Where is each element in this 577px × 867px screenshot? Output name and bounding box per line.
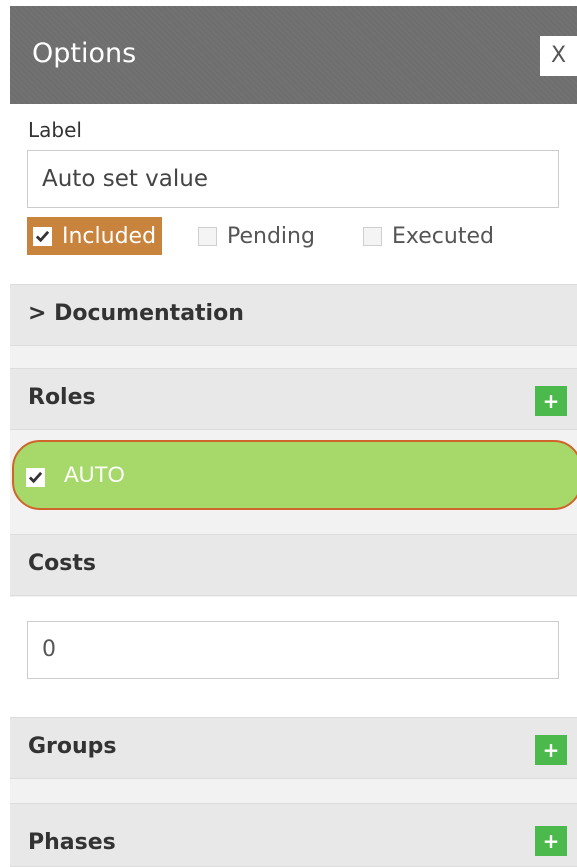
panel-header: Options X	[10, 0, 577, 104]
included-label: Included	[62, 223, 157, 249]
costs-title: Costs	[28, 551, 96, 576]
section-gap	[10, 346, 577, 368]
checkbox-checked-icon	[33, 226, 52, 246]
documentation-header[interactable]: > Documentation	[10, 284, 577, 346]
panel-title: Options	[32, 38, 137, 69]
label-field-label: Label	[28, 118, 82, 142]
section-gap	[10, 510, 577, 534]
role-item-auto[interactable]: AUTO	[10, 440, 577, 510]
included-checkbox[interactable]: Included	[27, 217, 163, 255]
pending-checkbox[interactable]: Pending	[198, 217, 315, 255]
add-group-button[interactable]: +	[535, 735, 567, 765]
checkbox-checked-icon[interactable]	[26, 468, 45, 487]
section-gap	[10, 779, 577, 803]
label-input[interactable]: Auto set value	[27, 150, 559, 208]
costs-section: 0	[10, 597, 577, 717]
section-gap	[10, 430, 577, 440]
label-section: Label Auto set value Included Pending Ex…	[10, 104, 577, 284]
phases-title: Phases	[28, 830, 116, 855]
checkbox-unchecked-icon	[198, 226, 217, 246]
role-label: AUTO	[64, 462, 125, 487]
checkbox-unchecked-icon	[363, 226, 382, 246]
groups-header: Groups +	[10, 717, 577, 779]
add-phase-button[interactable]: +	[535, 826, 567, 856]
close-button[interactable]: X	[540, 36, 577, 76]
options-panel: Options X Label Auto set value Included …	[0, 0, 577, 867]
pending-label: Pending	[227, 223, 315, 249]
groups-title: Groups	[28, 734, 117, 759]
roles-title: Roles	[28, 385, 96, 410]
costs-header: Costs	[10, 534, 577, 596]
executed-label: Executed	[392, 223, 494, 249]
roles-header: Roles +	[10, 368, 577, 430]
status-checkboxes: Included Pending Executed	[27, 217, 567, 257]
add-role-button[interactable]: +	[535, 386, 567, 416]
executed-checkbox[interactable]: Executed	[363, 217, 494, 255]
costs-input[interactable]: 0	[27, 621, 559, 679]
documentation-title: > Documentation	[28, 301, 244, 326]
phases-header: Phases +	[10, 803, 577, 867]
